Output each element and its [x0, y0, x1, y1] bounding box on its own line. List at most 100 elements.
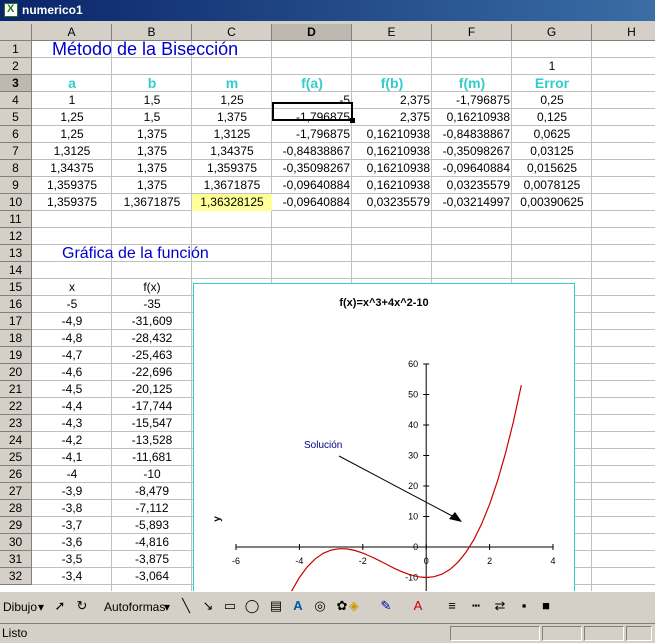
table-cell[interactable]: 1,25: [32, 109, 112, 126]
table-cell[interactable]: 0,0078125: [512, 177, 592, 194]
table-cell[interactable]: 0,16210938: [432, 109, 512, 126]
table-cell[interactable]: 1,3125: [32, 143, 112, 160]
table-cell[interactable]: 0,16210938: [352, 143, 432, 160]
row-header-32[interactable]: 32: [0, 568, 32, 585]
function-chart[interactable]: f(x)=x^3+4x^2-10 -6 -4 -2 0 2 4 60 50 40 30 20 10 0 -1…: [193, 283, 575, 591]
select-all-corner[interactable]: [0, 24, 32, 41]
header-cell-5[interactable]: f(m): [432, 75, 512, 92]
rectangle-icon[interactable]: ▭: [222, 598, 238, 614]
fill-color-icon[interactable]: ◈: [346, 598, 362, 614]
fx-value-cell[interactable]: -13,528: [112, 432, 192, 449]
table-cell[interactable]: 1,375: [192, 109, 272, 126]
table-cell[interactable]: 0,03235579: [432, 177, 512, 194]
x-value-cell[interactable]: -3,7: [32, 517, 112, 534]
table-cell[interactable]: 1,375: [112, 177, 192, 194]
row-header-22[interactable]: 22: [0, 398, 32, 415]
table-cell[interactable]: -0,03214997: [432, 194, 512, 211]
line-color-icon[interactable]: ✎: [378, 598, 394, 614]
x-value-cell[interactable]: -4,2: [32, 432, 112, 449]
table-cell[interactable]: 2,375: [352, 92, 432, 109]
table-cell[interactable]: 2,375: [352, 109, 432, 126]
table-cell[interactable]: 0,03125: [512, 143, 592, 160]
row-header-24[interactable]: 24: [0, 432, 32, 449]
table-cell[interactable]: 0,16210938: [352, 177, 432, 194]
row-header-23[interactable]: 23: [0, 415, 32, 432]
table-cell[interactable]: -0,35098267: [432, 143, 512, 160]
column-header-d[interactable]: D: [272, 24, 352, 41]
line-icon[interactable]: ╲: [178, 598, 194, 614]
row-header-6[interactable]: 6: [0, 126, 32, 143]
table-cell[interactable]: -0,09640884: [432, 160, 512, 177]
row-header-8[interactable]: 8: [0, 160, 32, 177]
x-value-cell[interactable]: -4,8: [32, 330, 112, 347]
fx-header-cell[interactable]: f(x): [112, 279, 192, 296]
table-cell[interactable]: 0,03235579: [352, 194, 432, 211]
fx-value-cell[interactable]: -15,547: [112, 415, 192, 432]
row-header-27[interactable]: 27: [0, 483, 32, 500]
table-cell[interactable]: 0,015625: [512, 160, 592, 177]
spreadsheet-grid[interactable]: ABCDEFGH 1 2 3 4 5 6 7 8 9 10 11 12 13 14 15 16 17 18 19 20…: [0, 21, 655, 591]
x-value-cell[interactable]: -3,8: [32, 500, 112, 517]
x-value-cell[interactable]: -4,9: [32, 313, 112, 330]
column-header-g[interactable]: G: [512, 24, 592, 41]
table-cell[interactable]: 0,0625: [512, 126, 592, 143]
line-style-icon[interactable]: ≡: [444, 598, 460, 614]
fx-value-cell[interactable]: -22,696: [112, 364, 192, 381]
header-cell-0[interactable]: a: [32, 75, 112, 92]
fx-value-cell[interactable]: -20,125: [112, 381, 192, 398]
row-header-19[interactable]: 19: [0, 347, 32, 364]
header-cell-3[interactable]: f(a): [272, 75, 352, 92]
row-header-28[interactable]: 28: [0, 500, 32, 517]
row-header-25[interactable]: 25: [0, 449, 32, 466]
fx-value-cell[interactable]: -28,432: [112, 330, 192, 347]
graph-title-cell[interactable]: Gráfica de la función: [32, 245, 272, 262]
autoshapes-menu-button[interactable]: Autoformas: [104, 600, 165, 614]
row-header-13[interactable]: 13: [0, 245, 32, 262]
row-header-29[interactable]: 29: [0, 517, 32, 534]
fx-value-cell[interactable]: -35: [112, 296, 192, 313]
table-cell[interactable]: 0,16210938: [352, 126, 432, 143]
fx-value-cell[interactable]: -25,463: [112, 347, 192, 364]
oval-icon[interactable]: ◯: [244, 598, 260, 614]
row-header-7[interactable]: 7: [0, 143, 32, 160]
row-header-17[interactable]: 17: [0, 313, 32, 330]
table-cell[interactable]: 1,359375: [192, 160, 272, 177]
row-header-10[interactable]: 10: [0, 194, 32, 211]
fx-value-cell[interactable]: -31,609: [112, 313, 192, 330]
fx-value-cell[interactable]: -3,064: [112, 568, 192, 585]
row-header-20[interactable]: 20: [0, 364, 32, 381]
row-header-16[interactable]: 16: [0, 296, 32, 313]
fx-value-cell[interactable]: -10: [112, 466, 192, 483]
table-cell[interactable]: -0,09640884: [272, 177, 352, 194]
autoshapes-menu-arrow[interactable]: ▾: [164, 600, 170, 614]
table-cell[interactable]: 0,25: [512, 92, 592, 109]
diagram-icon[interactable]: ◎: [312, 598, 328, 614]
dash-style-icon[interactable]: ┅: [468, 598, 484, 614]
row-header-26[interactable]: 26: [0, 466, 32, 483]
row-header-3[interactable]: 3: [0, 75, 32, 92]
row-header-9[interactable]: 9: [0, 177, 32, 194]
fx-value-cell[interactable]: -11,681: [112, 449, 192, 466]
table-cell[interactable]: 1,359375: [32, 177, 112, 194]
table-cell[interactable]: 0,16210938: [352, 160, 432, 177]
active-cell-d3[interactable]: [272, 102, 355, 123]
row-header-5[interactable]: 5: [0, 109, 32, 126]
table-cell[interactable]: 1,36328125: [192, 194, 272, 211]
table-cell[interactable]: 0,125: [512, 109, 592, 126]
x-value-cell[interactable]: -4,6: [32, 364, 112, 381]
fx-value-cell[interactable]: -7,112: [112, 500, 192, 517]
draw-menu-button[interactable]: Dibujo: [3, 600, 37, 614]
table-cell[interactable]: -0,09640884: [272, 194, 352, 211]
textbox-icon[interactable]: ▤: [268, 598, 284, 614]
fx-value-cell[interactable]: -3,875: [112, 551, 192, 568]
header-cell-1[interactable]: b: [112, 75, 192, 92]
column-header-h[interactable]: H: [592, 24, 655, 41]
header-cell-4[interactable]: f(b): [352, 75, 432, 92]
select-pointer-icon[interactable]: ➚: [52, 598, 68, 614]
row-header-2[interactable]: 2: [0, 58, 32, 75]
3d-icon[interactable]: ■: [538, 598, 554, 614]
arrow-style-icon[interactable]: ⇄: [492, 598, 508, 614]
row-header-30[interactable]: 30: [0, 534, 32, 551]
table-cell[interactable]: 1,5: [112, 109, 192, 126]
cell-g2[interactable]: 1: [512, 58, 592, 75]
